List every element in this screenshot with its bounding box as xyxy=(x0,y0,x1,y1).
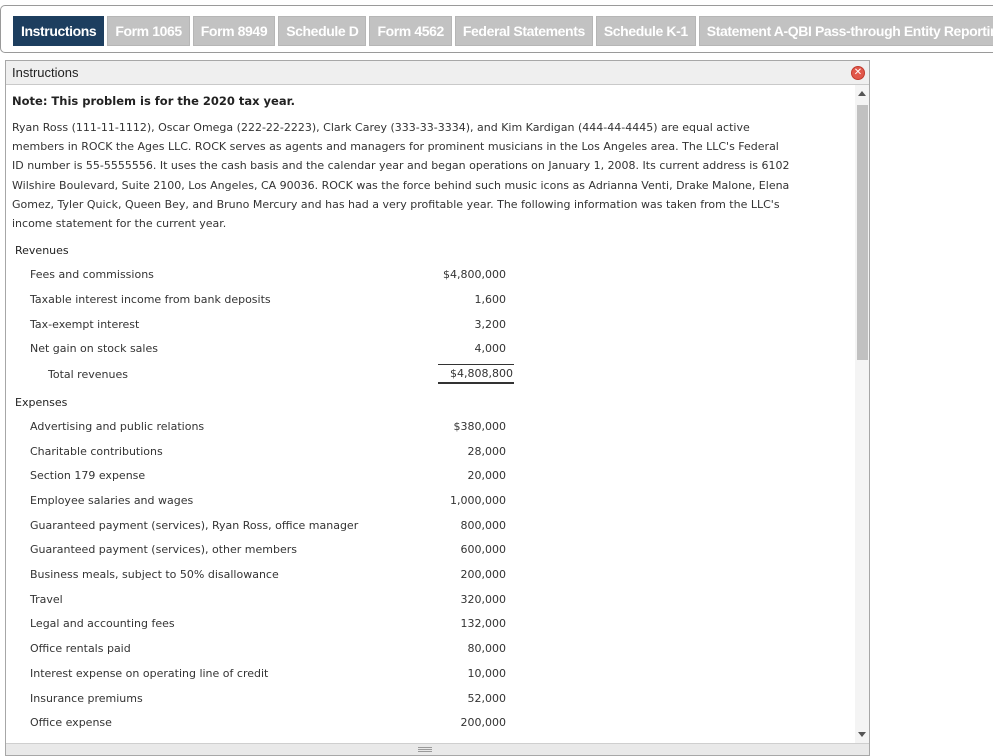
dialog-header: Instructions ✕ xyxy=(6,61,869,85)
row-label: Guaranteed payment (services), other mem… xyxy=(30,543,298,557)
expense-row: Employee salaries and wages 1,000,000 xyxy=(12,489,848,514)
expense-row: Business meals, subject to 50% disallowa… xyxy=(12,563,848,588)
tab-instructions[interactable]: Instructions xyxy=(13,16,105,46)
row-amount: 1,000,000 xyxy=(450,494,506,508)
revenue-row: Fees and commissions $4,800,000 xyxy=(12,263,848,288)
tab-form-1065[interactable]: Form 1065 xyxy=(107,16,190,46)
revenue-row: Taxable interest income from bank deposi… xyxy=(12,288,848,313)
row-label: Business meals, subject to 50% disallowa… xyxy=(30,568,279,582)
row-label: Office rentals paid xyxy=(30,642,131,656)
tab-strip: Instructions Form 1065 Form 8949 Schedul… xyxy=(13,16,993,46)
row-amount: 320,000 xyxy=(460,592,507,606)
row-label: Employee salaries and wages xyxy=(30,494,194,508)
row-label: Insurance premiums xyxy=(30,691,143,705)
row-amount: 10,000 xyxy=(467,666,507,680)
row-amount: 800,000 xyxy=(460,518,507,532)
tab-federal-statements[interactable]: Federal Statements xyxy=(454,16,593,46)
tab-schedule-k1[interactable]: Schedule K-1 xyxy=(595,16,696,46)
tab-statement-a-qbi[interactable]: Statement A-QBI Pass-through Entity Repo… xyxy=(698,16,993,46)
row-amount: $380,000 xyxy=(453,419,507,433)
row-amount: 132,000 xyxy=(460,617,507,631)
row-label: Fees and commissions xyxy=(30,268,154,282)
expense-row: Guaranteed payment (services), other mem… xyxy=(12,538,848,563)
row-label: Taxable interest income from bank deposi… xyxy=(30,292,271,306)
dialog-title: Instructions xyxy=(12,65,79,80)
row-label: Office expense xyxy=(30,716,112,730)
row-label: Tax-exempt interest xyxy=(30,317,140,331)
tab-schedule-d[interactable]: Schedule D xyxy=(278,16,367,46)
row-amount: 200,000 xyxy=(460,568,507,582)
vertical-scrollbar[interactable] xyxy=(855,85,869,745)
note-text: Note: This problem is for the 2020 tax y… xyxy=(12,94,296,108)
row-label: Guaranteed payment (services), Ryan Ross… xyxy=(30,518,359,532)
expense-row: Advertising and public relations $380,000 xyxy=(12,415,848,440)
row-amount: 1,600 xyxy=(474,292,507,306)
row-amount: 4,000 xyxy=(474,342,507,356)
expenses-heading: Expenses xyxy=(15,395,68,409)
expense-row: Office expense 200,000 xyxy=(12,711,848,736)
row-amount: 28,000 xyxy=(467,444,507,458)
row-label: Advertising and public relations xyxy=(30,419,205,433)
problem-description: Ryan Ross (111-11-1112), Oscar Omega (22… xyxy=(12,121,790,231)
revenue-row: Tax-exempt interest 3,200 xyxy=(12,313,848,338)
tab-form-8949[interactable]: Form 8949 xyxy=(192,16,276,46)
expense-row: Insurance premiums 52,000 xyxy=(12,687,848,712)
row-label: Section 179 expense xyxy=(30,469,146,483)
dialog-resize-bar[interactable] xyxy=(6,743,869,755)
row-label: Travel xyxy=(30,592,63,606)
expense-row: Section 179 expense 20,000 xyxy=(12,464,848,489)
expense-row: Office rentals paid 80,000 xyxy=(12,637,848,662)
expense-row: Interest expense on operating line of cr… xyxy=(12,662,848,687)
instructions-dialog: Instructions ✕ Note: This problem is for… xyxy=(5,60,870,756)
close-icon[interactable]: ✕ xyxy=(851,66,865,80)
scroll-up-arrow-icon[interactable] xyxy=(858,91,866,96)
row-label: Net gain on stock sales xyxy=(30,342,158,356)
row-amount: 80,000 xyxy=(467,642,507,656)
total-label: Total revenues xyxy=(48,367,128,381)
revenue-row: Net gain on stock sales 4,000 xyxy=(12,337,848,362)
expense-row: Guaranteed payment (services), Ryan Ross… xyxy=(12,514,848,539)
scroll-down-arrow-icon[interactable] xyxy=(858,732,866,737)
scrollbar-thumb[interactable] xyxy=(857,105,868,360)
row-amount: $4,800,000 xyxy=(443,268,506,282)
row-amount: 600,000 xyxy=(460,543,507,557)
row-label: Legal and accounting fees xyxy=(30,617,175,631)
row-amount: 20,000 xyxy=(467,469,507,483)
expense-row: Legal and accounting fees 132,000 xyxy=(12,612,848,637)
expense-row: Charitable contributions 28,000 xyxy=(12,440,848,465)
row-amount: 52,000 xyxy=(467,691,507,705)
row-amount: 3,200 xyxy=(474,317,507,331)
tab-form-4562[interactable]: Form 4562 xyxy=(369,16,452,46)
expense-row: Travel 320,000 xyxy=(12,588,848,613)
revenues-heading: Revenues xyxy=(15,244,69,258)
row-amount: 200,000 xyxy=(460,716,507,730)
resize-grip-icon[interactable] xyxy=(418,747,432,752)
total-revenues-row: Total revenues $4,808,800 xyxy=(12,362,848,389)
dialog-content: Note: This problem is for the 2020 tax y… xyxy=(6,85,854,745)
total-amount: $4,808,800 xyxy=(438,363,514,384)
row-label: Interest expense on operating line of cr… xyxy=(30,666,269,680)
row-label: Charitable contributions xyxy=(30,444,163,458)
